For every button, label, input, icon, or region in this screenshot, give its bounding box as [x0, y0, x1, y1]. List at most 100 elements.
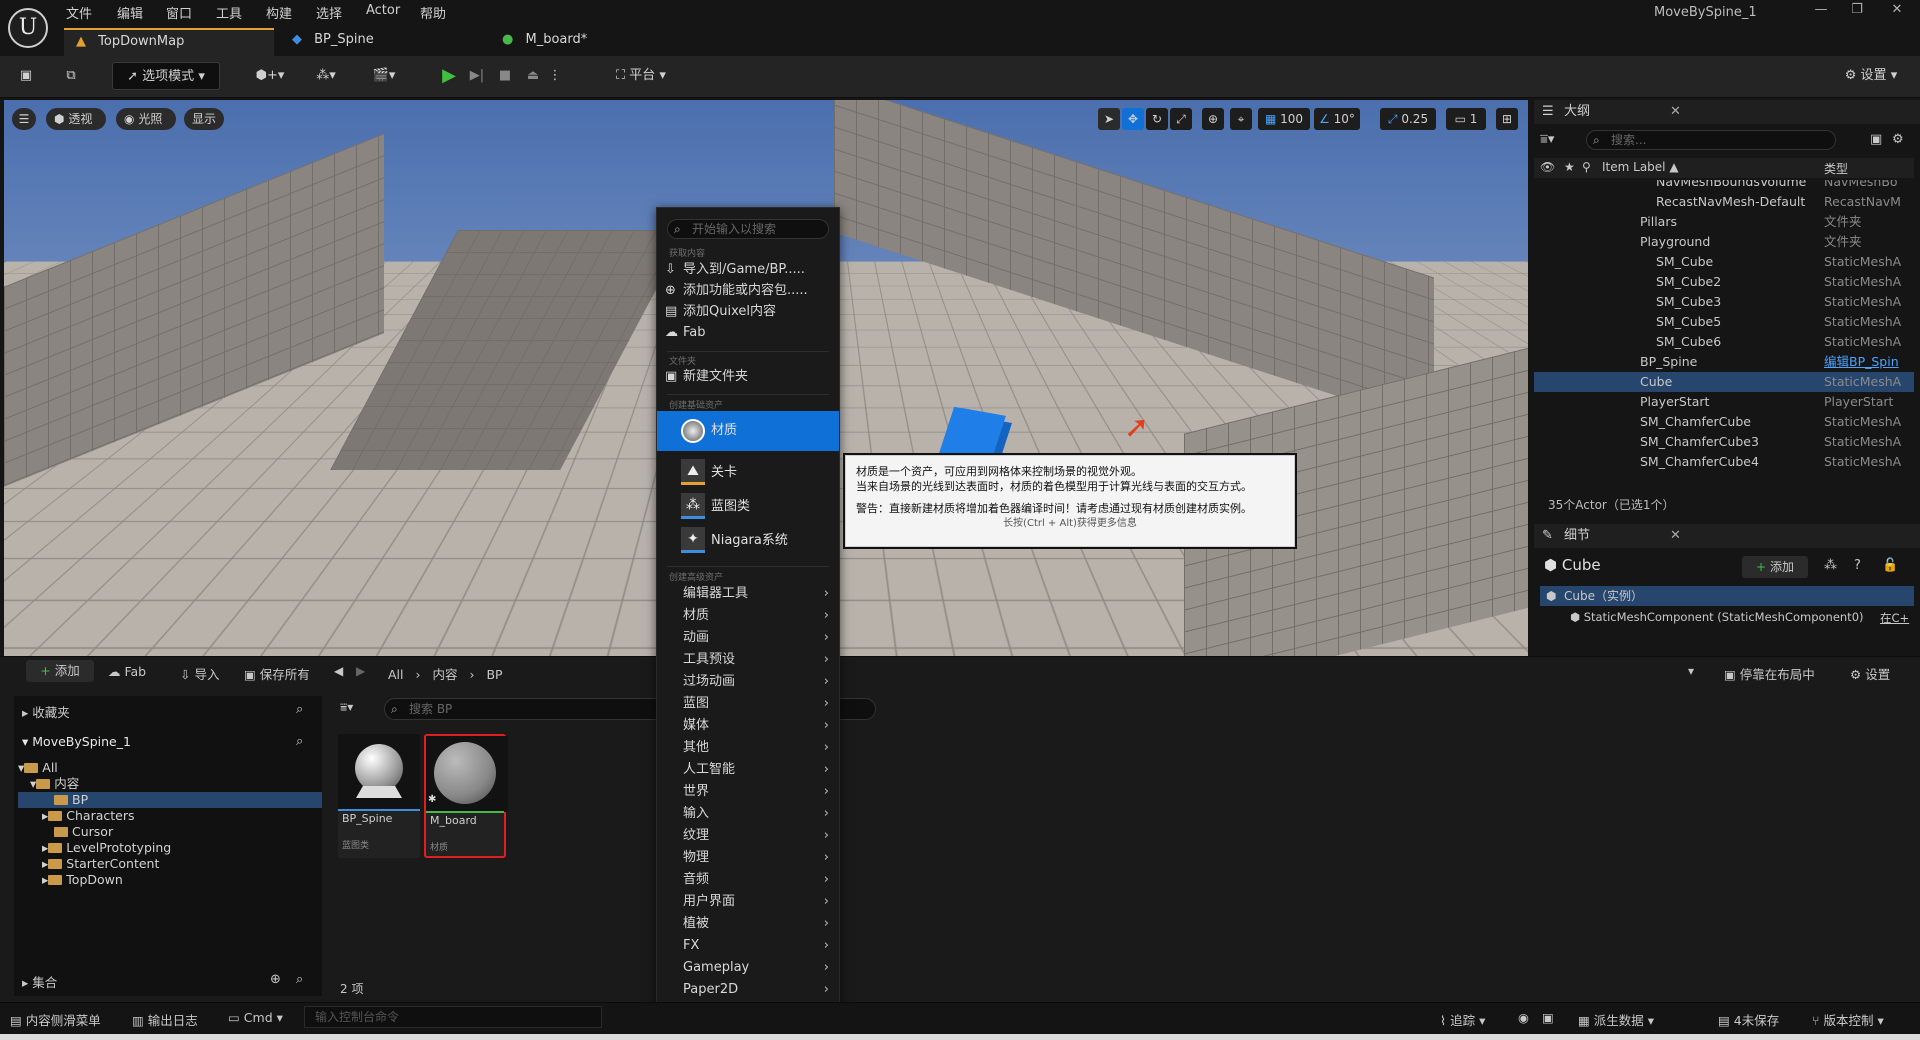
- menu-item-ai[interactable]: 人工智能 ›: [657, 760, 839, 780]
- restore-icon[interactable]: ❐: [1846, 2, 1868, 20]
- rotation-snap-button[interactable]: ∠ 10°: [1314, 108, 1360, 130]
- lighting-button[interactable]: ◉ 光照: [116, 108, 176, 130]
- more-options-icon[interactable]: ⋮: [548, 62, 562, 90]
- lock-icon[interactable]: 🔓: [1882, 558, 1898, 573]
- collections-section[interactable]: ▸ 集合: [22, 972, 57, 991]
- menu-item-material-highlighted[interactable]: 材质: [657, 411, 839, 451]
- chevron-down-icon[interactable]: ▾: [1688, 664, 1694, 678]
- scale-snap-button[interactable]: ⤢ 0.25: [1380, 108, 1436, 130]
- search-icon[interactable]: ⌕: [296, 972, 303, 987]
- blueprint-convert-icon[interactable]: ⁂: [1824, 558, 1837, 573]
- menu-search-input[interactable]: ⌕ 开始输入以搜索: [667, 219, 829, 239]
- menu-help[interactable]: 帮助: [420, 3, 446, 22]
- rotate-icon[interactable]: ↻: [1146, 108, 1168, 130]
- list-item[interactable]: SM_Cube StaticMeshA: [1534, 252, 1914, 272]
- menu-tools[interactable]: 工具: [216, 3, 242, 22]
- derived-data-button[interactable]: ▦ 派生数据 ▾: [1578, 1010, 1654, 1029]
- menu-item-texture[interactable]: 纹理 ›: [657, 826, 839, 846]
- tree-item-topdown[interactable]: ▸ TopDown: [18, 872, 322, 888]
- world-space-icon[interactable]: ⊕: [1202, 108, 1224, 130]
- tree-item-cursor[interactable]: Cursor: [18, 824, 322, 840]
- pin-icon[interactable]: ⚲: [1582, 160, 1591, 174]
- search-icon[interactable]: ⌕: [296, 734, 303, 749]
- list-item[interactable]: Pillars 文件夹: [1534, 212, 1914, 232]
- menu-select[interactable]: 选择: [316, 3, 342, 22]
- list-item[interactable]: NavMeshBoundsVolume NavMeshBo: [1534, 180, 1914, 192]
- add-component-button[interactable]: + 添加: [1742, 556, 1808, 578]
- back-icon[interactable]: ◀: [334, 664, 343, 678]
- component-row[interactable]: ⬢ StaticMeshComponent (StaticMeshCompone…: [1570, 610, 1870, 624]
- col-item-label[interactable]: Item Label ▲: [1602, 160, 1679, 174]
- project-section[interactable]: ▾ MoveBySpine_1: [22, 734, 131, 749]
- menu-window[interactable]: 窗口: [166, 3, 192, 22]
- menu-edit[interactable]: 编辑: [117, 3, 143, 22]
- menu-item-gameplay[interactable]: Gameplay ›: [657, 958, 839, 978]
- tree-item-characters[interactable]: ▸ Characters: [18, 808, 322, 824]
- menu-item-audio[interactable]: 音频 ›: [657, 870, 839, 890]
- translate-icon[interactable]: ✥: [1122, 108, 1144, 130]
- filter-icon[interactable]: ⩸▾: [1540, 132, 1554, 147]
- list-item[interactable]: SM_Cube2 StaticMeshA: [1534, 272, 1914, 292]
- menu-item-add-feature[interactable]: ⊕ 添加功能或内容包.....: [657, 281, 839, 301]
- add-collection-icon[interactable]: ⊕: [270, 972, 281, 987]
- tree-item-content[interactable]: ▾ 内容: [18, 776, 322, 792]
- add-folder-icon[interactable]: ▣: [1870, 132, 1882, 147]
- menu-file[interactable]: 文件: [66, 3, 92, 22]
- list-item[interactable]: SM_ChamferCube3 StaticMeshA: [1534, 432, 1914, 452]
- component-link[interactable]: 在C+: [1880, 610, 1909, 626]
- menu-item-world[interactable]: 世界 ›: [657, 782, 839, 802]
- blueprint-menu-icon[interactable]: ⁂▾: [306, 62, 346, 90]
- menu-item-tool-presets[interactable]: 工具预设 ›: [657, 650, 839, 670]
- perspective-button[interactable]: ⬢ 透视: [46, 108, 106, 130]
- add-actor-icon[interactable]: ⬢+▾: [250, 62, 290, 90]
- outliner-settings-icon[interactable]: ⚙: [1892, 132, 1904, 147]
- play-icon[interactable]: ▶: [436, 62, 462, 90]
- settings-button[interactable]: ⚙ 设置 ▾: [1830, 62, 1912, 90]
- unsaved-button[interactable]: ▤ 4未保存: [1718, 1010, 1779, 1029]
- list-item-selected[interactable]: Cube StaticMeshA: [1534, 372, 1914, 392]
- console-input[interactable]: 输入控制台命令: [304, 1006, 602, 1028]
- cinematics-icon[interactable]: 🎬▾: [362, 62, 406, 90]
- list-item[interactable]: SM_Cube5 StaticMeshA: [1534, 312, 1914, 332]
- asset-m-board[interactable]: ✱ M_board 材质: [424, 734, 508, 858]
- select-mode-icon[interactable]: ➤: [1098, 108, 1120, 130]
- save-all-button[interactable]: ▣ 保存所有: [244, 664, 310, 683]
- menu-item-fab[interactable]: ☁ Fab: [657, 323, 839, 343]
- viewport-layout-icon[interactable]: ⊞: [1496, 108, 1518, 130]
- list-item[interactable]: SM_ChamferCube StaticMeshA: [1534, 412, 1914, 432]
- menu-item-niagara[interactable]: ✦ Niagara系统: [657, 521, 839, 561]
- asset-filter-icon[interactable]: ⩸▾: [340, 700, 353, 715]
- stop-icon[interactable]: ■: [494, 62, 516, 90]
- close-tab-icon[interactable]: ✕: [1670, 100, 1681, 124]
- import-button[interactable]: ⇩ 导入: [180, 664, 219, 683]
- menu-item-animation[interactable]: 动画 ›: [657, 628, 839, 648]
- menu-actor[interactable]: Actor: [366, 3, 400, 18]
- show-button[interactable]: 显示: [184, 108, 224, 130]
- step-icon[interactable]: ▶|: [466, 62, 488, 90]
- viewport-menu-icon[interactable]: ☰: [12, 108, 36, 130]
- menu-item-user-interface[interactable]: 用户界面 ›: [657, 892, 839, 912]
- record-icon[interactable]: ◉: [1518, 1010, 1529, 1025]
- visibility-icon[interactable]: 👁: [1540, 160, 1555, 174]
- menu-item-editor-tools[interactable]: 编辑器工具 ›: [657, 584, 839, 604]
- outliner-search-input[interactable]: ⌕ 搜索...: [1586, 130, 1836, 150]
- surface-snap-icon[interactable]: ⌖: [1230, 108, 1252, 130]
- tab-m-board[interactable]: ● M_board*: [490, 28, 670, 56]
- list-item[interactable]: SM_Cube3 StaticMeshA: [1534, 292, 1914, 312]
- unreal-logo-icon[interactable]: U: [8, 8, 48, 48]
- breadcrumb-content[interactable]: 内容: [432, 667, 457, 682]
- favorites-section[interactable]: ▸ 收藏夹: [22, 702, 70, 721]
- search-icon[interactable]: ⌕: [296, 702, 303, 717]
- list-item[interactable]: RecastNavMesh-Default RecastNavM: [1534, 192, 1914, 212]
- source-control-button[interactable]: ⑂ 版本控制 ▾: [1812, 1010, 1884, 1029]
- mode-select-button[interactable]: ➚ 选项模式 ▾: [112, 62, 220, 90]
- star-icon[interactable]: ★: [1564, 160, 1575, 174]
- list-item[interactable]: SM_Cube6 StaticMeshA: [1534, 332, 1914, 352]
- menu-item-fx[interactable]: FX ›: [657, 936, 839, 956]
- transform-gizmo-icon[interactable]: ➚: [1124, 410, 1164, 450]
- camera-icon[interactable]: ▣: [1542, 1010, 1554, 1025]
- menu-item-input[interactable]: 输入 ›: [657, 804, 839, 824]
- close-tab-icon[interactable]: ✕: [1670, 524, 1681, 548]
- tree-item-levelprototyping[interactable]: ▸ LevelPrototyping: [18, 840, 322, 856]
- dock-in-layout-button[interactable]: ▣ 停靠在布局中: [1724, 664, 1815, 683]
